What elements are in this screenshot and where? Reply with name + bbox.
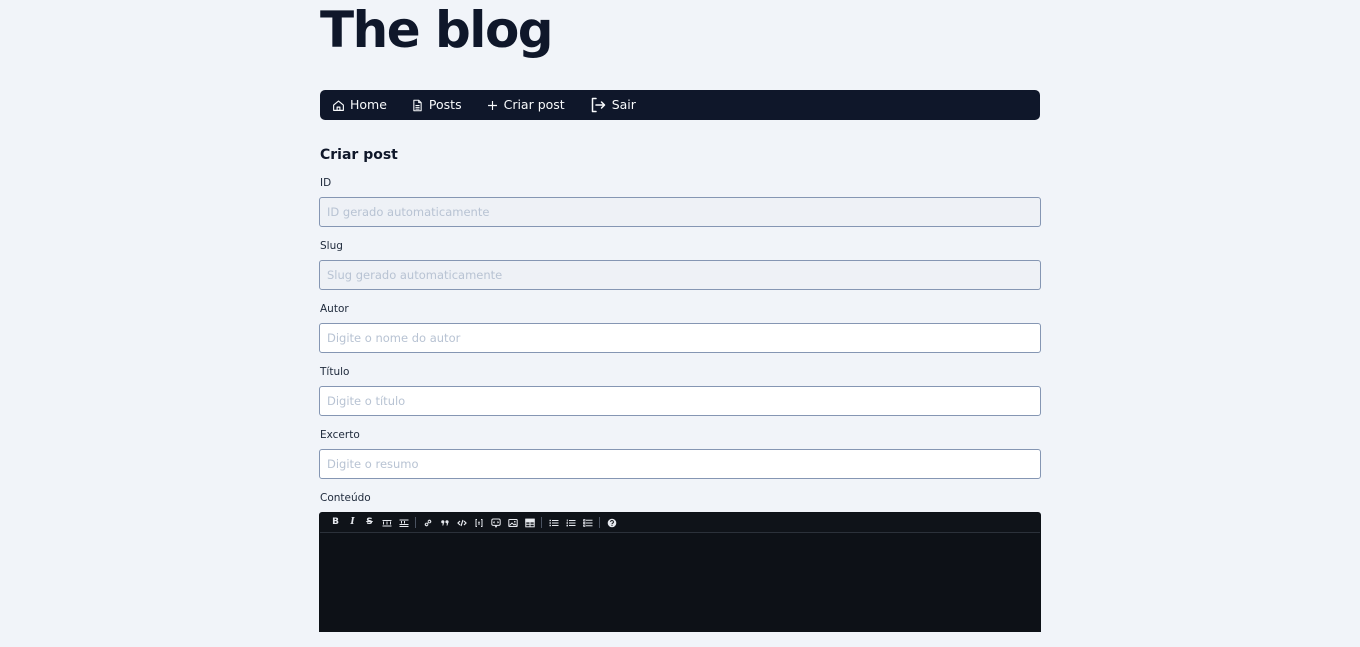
author-field-group: Autor <box>319 303 1041 353</box>
ordered-list-icon <box>566 519 575 526</box>
author-input[interactable] <box>319 323 1041 353</box>
title-input[interactable] <box>319 386 1041 416</box>
content-field-group: Conteúdo B I S <box>319 492 1041 632</box>
title-button[interactable] <box>395 516 412 530</box>
slug-input[interactable] <box>319 260 1041 290</box>
plus-icon <box>487 100 497 110</box>
markdown-editor: B I S <box>319 512 1041 632</box>
logout-icon <box>591 97 605 113</box>
bold-icon: B <box>332 517 339 527</box>
ordered-list-button[interactable] <box>562 516 579 530</box>
quote-icon <box>440 519 449 525</box>
author-label: Autor <box>320 303 349 315</box>
page-heading: Criar post <box>320 147 398 163</box>
nav-home-link[interactable]: Home <box>332 96 387 112</box>
nav-create-post-label: Criar post <box>503 96 565 112</box>
document-icon <box>413 99 422 111</box>
title-label: Título <box>320 366 350 378</box>
excerpt-label: Excerto <box>320 429 360 441</box>
nav-posts-link[interactable]: Posts <box>411 96 462 112</box>
checklist-button[interactable] <box>579 516 596 530</box>
title-icon <box>399 519 408 527</box>
link-icon <box>424 519 431 526</box>
editor-toolbar: B I S <box>320 513 1040 533</box>
excerpt-field-group: Excerto <box>319 429 1041 479</box>
nav-logout-link[interactable]: Sair <box>589 96 636 114</box>
toolbar-separator <box>415 517 416 528</box>
title-field-group: Título <box>319 366 1041 416</box>
comment-button[interactable] <box>487 516 504 530</box>
toolbar-separator <box>599 517 600 528</box>
code-block-icon <box>475 518 482 527</box>
table-button[interactable] <box>521 516 538 530</box>
table-icon <box>524 518 535 527</box>
nav-home-label: Home <box>350 96 387 112</box>
italic-button[interactable]: I <box>344 516 361 530</box>
editor-content-area[interactable] <box>320 533 1040 633</box>
code-button[interactable] <box>453 516 470 530</box>
strikethrough-icon: S <box>366 517 373 527</box>
content-label: Conteúdo <box>320 492 371 504</box>
link-button[interactable] <box>419 516 436 530</box>
nav-logout-label: Sair <box>611 96 636 112</box>
heading-icon <box>382 519 391 526</box>
excerpt-input[interactable] <box>319 449 1041 479</box>
help-button[interactable] <box>603 516 620 530</box>
slug-label: Slug <box>320 240 343 252</box>
unordered-list-button[interactable] <box>545 516 562 530</box>
site-title: The blog <box>320 1 554 59</box>
home-icon <box>333 99 344 111</box>
strikethrough-button[interactable]: S <box>361 516 378 530</box>
heading-button[interactable] <box>378 516 395 530</box>
image-button[interactable] <box>504 516 521 530</box>
id-field-group: ID <box>319 177 1041 227</box>
nav-create-post-link[interactable]: Criar post <box>486 96 565 112</box>
italic-icon: I <box>350 517 355 527</box>
bold-button[interactable]: B <box>327 516 344 530</box>
page-container: The blog Home Posts Criar post Sair Cria… <box>319 0 1041 632</box>
help-icon <box>607 518 616 527</box>
id-label: ID <box>320 177 332 189</box>
code-icon <box>456 519 467 526</box>
quote-button[interactable] <box>436 516 453 530</box>
id-input[interactable] <box>319 197 1041 227</box>
main-nav: Home Posts Criar post Sair <box>320 90 1040 120</box>
nav-posts-label: Posts <box>428 96 462 112</box>
code-block-button[interactable] <box>470 516 487 530</box>
slug-field-group: Slug <box>319 240 1041 290</box>
comment-icon <box>490 518 501 528</box>
image-icon <box>507 518 518 527</box>
unordered-list-icon <box>549 519 558 526</box>
checklist-icon <box>582 518 592 527</box>
toolbar-separator <box>541 517 542 528</box>
